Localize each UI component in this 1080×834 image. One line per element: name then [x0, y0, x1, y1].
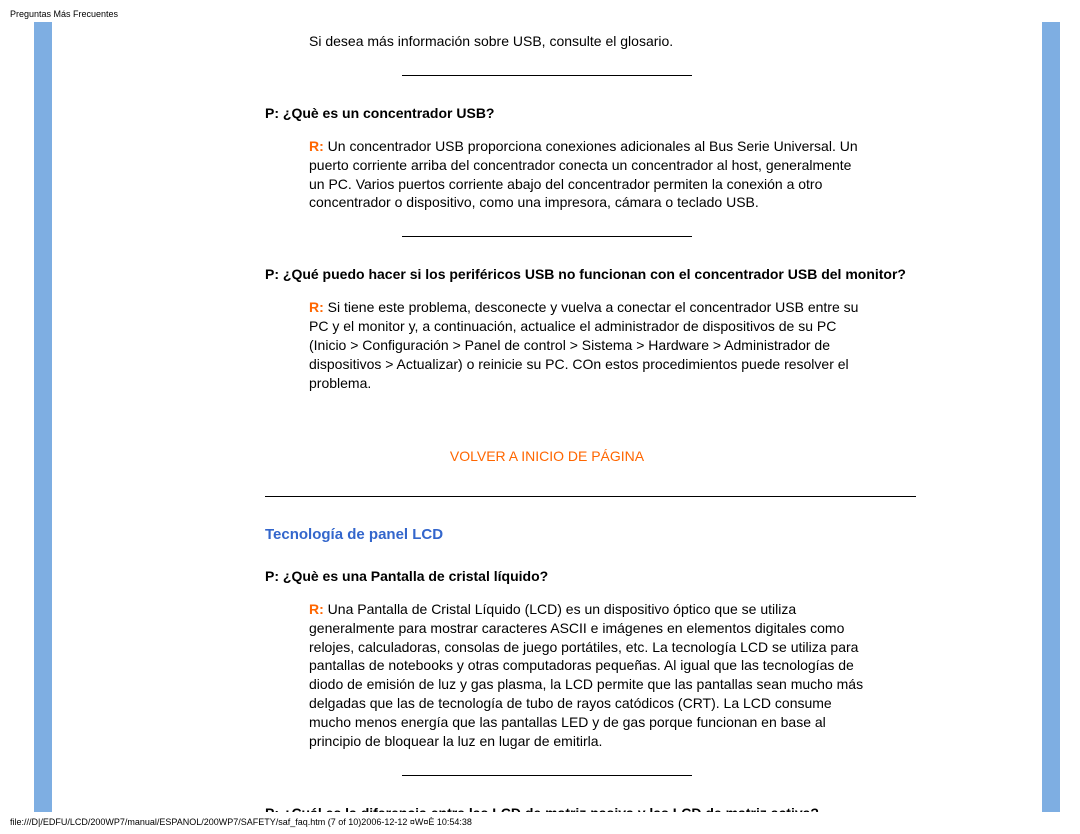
left-border-stripe	[34, 22, 52, 812]
answer-1: R: Un concentrador USB proporciona conex…	[309, 137, 867, 213]
right-border-stripe	[1042, 22, 1060, 812]
intro-line: Si desea más información sobre USB, cons…	[309, 33, 673, 49]
question-3: P: ¿Què es una Pantalla de cristal líqui…	[265, 567, 916, 586]
page-header: Preguntas Más Frecuentes	[10, 8, 118, 20]
q4-text: ¿Cuál es la diferencia entre las LCD de …	[283, 805, 819, 812]
q-label: P:	[265, 568, 279, 584]
question-1: P: ¿Què es un concentrador USB?	[265, 104, 916, 123]
page-footer: file:///D|/EDFU/LCD/200WP7/manual/ESPANO…	[10, 816, 472, 828]
divider	[402, 775, 692, 776]
q-label: P:	[265, 105, 279, 121]
r-label: R:	[309, 601, 324, 617]
section-divider	[265, 496, 916, 497]
a2-text: Si tiene este problema, desconecte y vue…	[309, 299, 858, 391]
q-label: P:	[265, 266, 279, 282]
a3-text: Una Pantalla de Cristal Líquido (LCD) es…	[309, 601, 863, 749]
q-label: P:	[265, 805, 279, 812]
a1-text: Un concentrador USB proporciona conexion…	[309, 138, 858, 211]
q1-text: ¿Què es un concentrador USB?	[283, 105, 495, 121]
main-content: Si desea más información sobre USB, cons…	[52, 22, 1042, 812]
answer-3: R: Una Pantalla de Cristal Líquido (LCD)…	[309, 600, 867, 751]
divider	[402, 236, 692, 237]
r-label: R:	[309, 138, 324, 154]
intro-text: Si desea más información sobre USB, cons…	[309, 32, 867, 51]
section-heading-lcd: Tecnología de panel LCD	[265, 525, 1042, 545]
question-2: P: ¿Qué puedo hacer si los periféricos U…	[265, 265, 916, 284]
back-to-top-link[interactable]: VOLVER A INICIO DE PÁGINA	[52, 447, 1042, 466]
q2-text: ¿Qué puedo hacer si los periféricos USB …	[283, 266, 906, 282]
q3-text: ¿Què es una Pantalla de cristal líquido?	[283, 568, 548, 584]
answer-2: R: Si tiene este problema, desconecte y …	[309, 298, 867, 392]
r-label: R:	[309, 299, 324, 315]
question-4: P: ¿Cuál es la diferencia entre las LCD …	[265, 804, 916, 812]
content-frame: Si desea más información sobre USB, cons…	[34, 22, 1060, 812]
divider	[402, 75, 692, 76]
